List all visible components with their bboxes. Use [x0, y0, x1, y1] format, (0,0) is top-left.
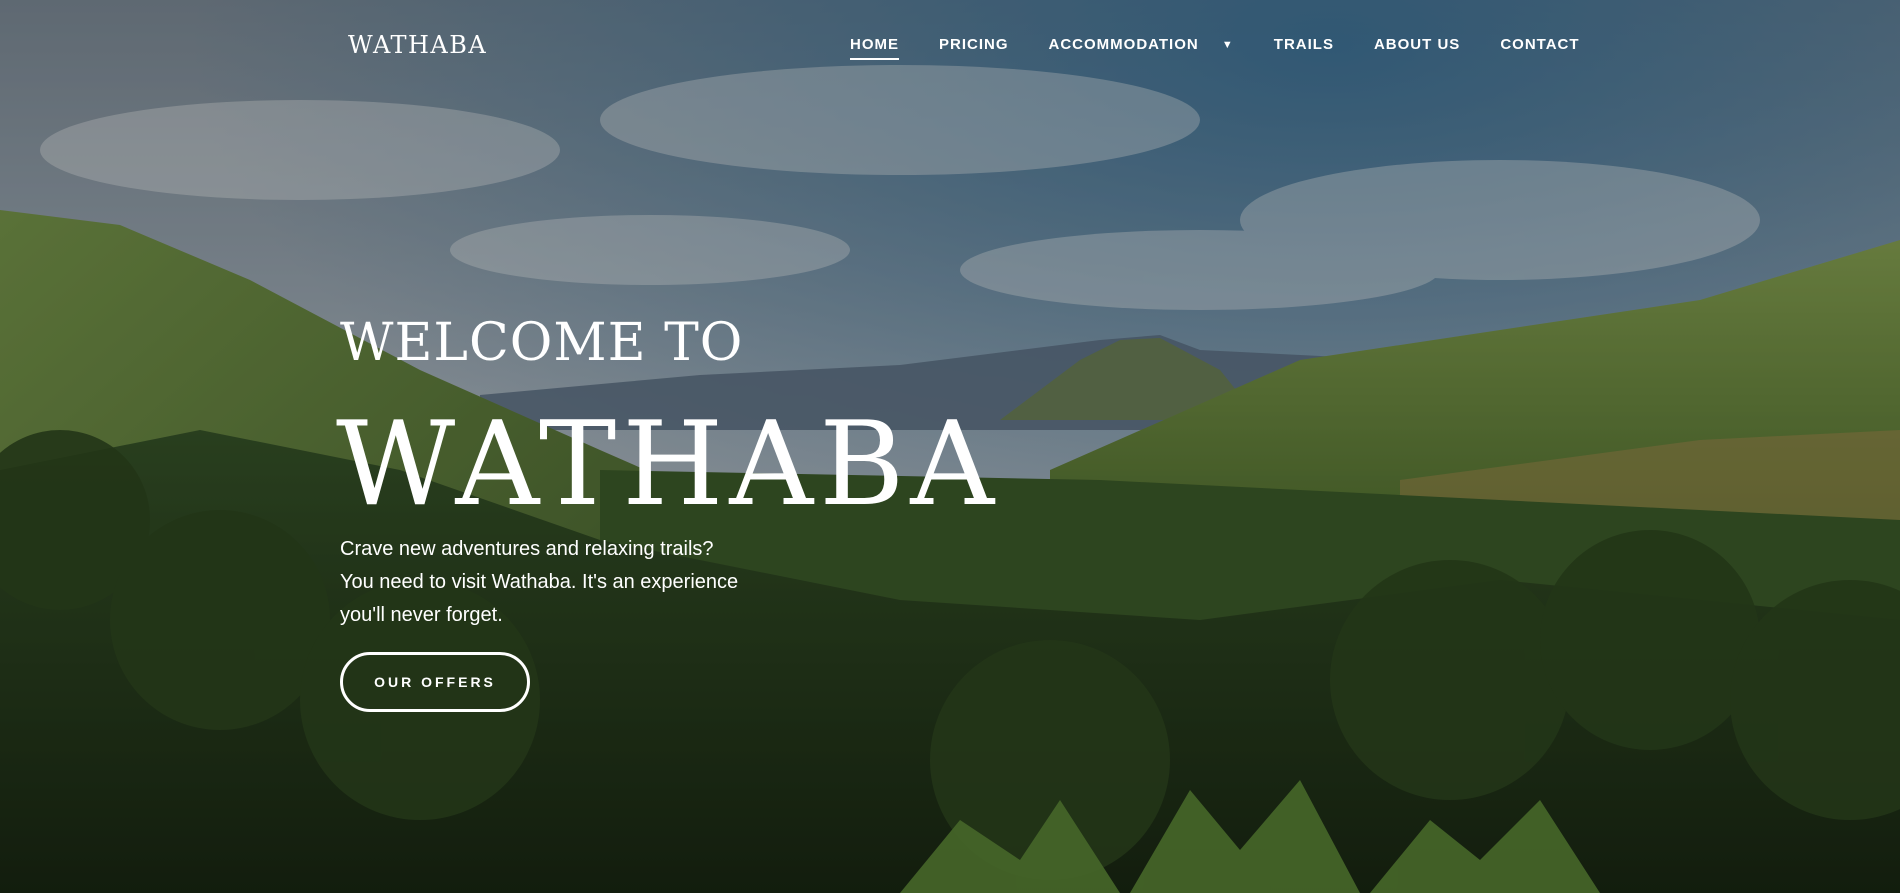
nav-pricing[interactable]: PRICING	[939, 34, 1009, 56]
tagline-line: you'll never forget.	[340, 604, 503, 626]
nav-accommodation-label: ACCOMMODATION	[1048, 36, 1199, 53]
nav-home[interactable]: HOME	[850, 34, 899, 60]
hero-tagline: Crave new adventures and relaxing trails…	[340, 533, 780, 632]
hero-section: WATHABA HOME PRICING ACCOMMODATION ▼ TRA…	[0, 0, 1900, 893]
welcome-heading: WELCOME TO	[340, 313, 744, 373]
dropdown-caret-icon[interactable]: ▼	[1222, 34, 1234, 56]
main-navigation: HOME PRICING ACCOMMODATION ▼ TRAILS ABOU…	[850, 34, 1580, 60]
nav-contact[interactable]: CONTACT	[1500, 34, 1579, 56]
tagline-line: You need to visit Wathaba. It's an exper…	[340, 571, 739, 593]
our-offers-button[interactable]: OUR OFFERS	[340, 652, 530, 712]
tagline-line: Crave new adventures and relaxing trails…	[340, 538, 714, 560]
hero-title: WATHABA	[336, 397, 1001, 532]
nav-accommodation[interactable]: ACCOMMODATION ▼	[1049, 34, 1234, 56]
site-logo[interactable]: WATHABA	[348, 28, 487, 62]
nav-trails[interactable]: TRAILS	[1274, 34, 1334, 56]
nav-about-us[interactable]: ABOUT US	[1374, 34, 1460, 56]
